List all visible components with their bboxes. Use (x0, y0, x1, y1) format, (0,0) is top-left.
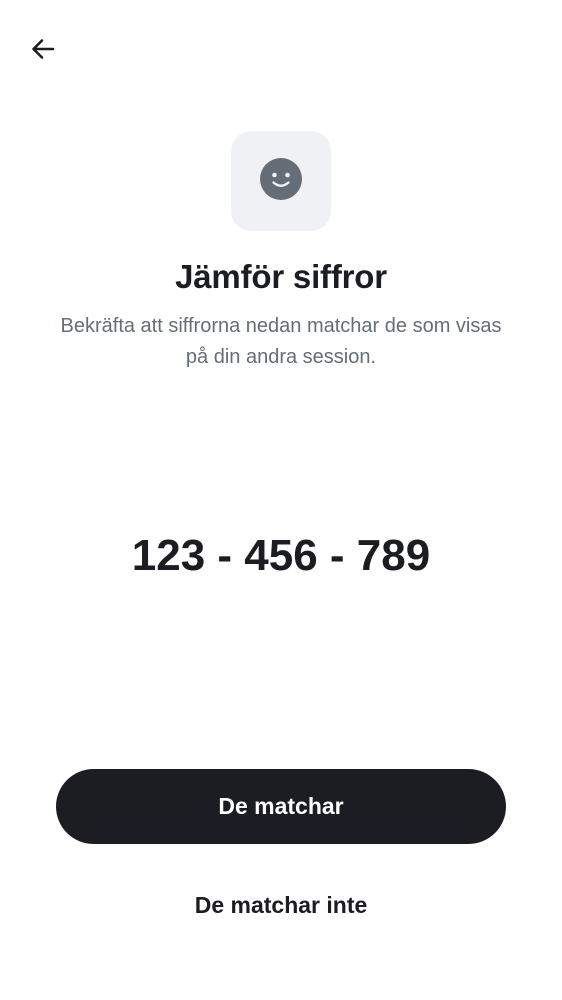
page-title: Jämför siffror (175, 258, 387, 295)
verification-icon-badge (231, 131, 331, 231)
reject-match-button[interactable]: De matchar inte (56, 868, 506, 943)
smiley-face-icon (260, 157, 302, 205)
page-subtitle: Bekräfta att siffrorna nedan matchar de … (60, 315, 502, 368)
confirm-match-label: De matchar (218, 793, 344, 819)
verification-numbers: 123 - 456 - 789 (131, 531, 431, 580)
reject-match-label: De matchar inte (194, 892, 368, 918)
arrow-left-icon (29, 35, 57, 68)
confirm-match-button[interactable]: De matchar (56, 769, 506, 844)
back-button[interactable] (22, 30, 64, 72)
